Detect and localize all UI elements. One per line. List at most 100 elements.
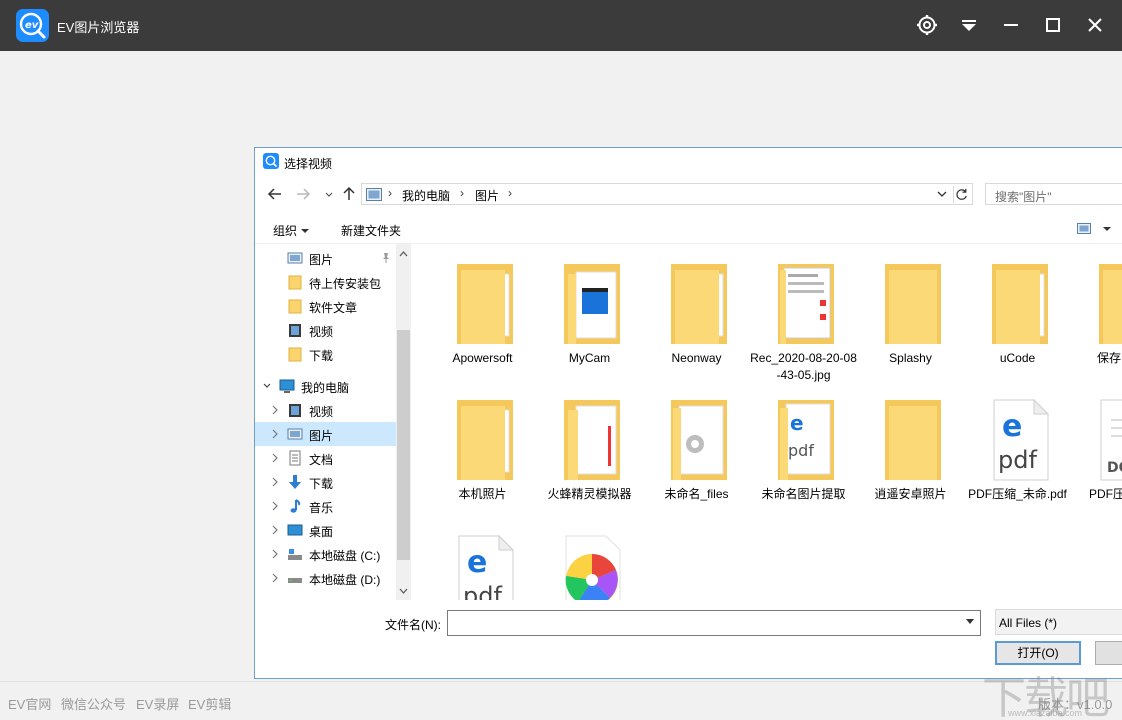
filename-input[interactable] <box>447 610 981 636</box>
file-item[interactable]: Splashy <box>857 244 964 374</box>
file-item[interactable]: uCode <box>964 244 1071 374</box>
tree-item-videos[interactable]: 视频 <box>255 398 397 422</box>
navigation-pane: 图片 待上传安装包 软件文章 视频 下载 我的电脑 视频 图片 文档 下载 音乐… <box>255 244 411 600</box>
filename-dropdown-icon[interactable] <box>966 619 974 624</box>
scroll-up-icon[interactable] <box>399 250 408 259</box>
file-item[interactable]: 保存的 <box>1071 244 1122 374</box>
filetype-select[interactable]: All Files (*) <box>995 609 1122 635</box>
tree-item-label: 待上传安装包 <box>309 277 382 291</box>
chevron-down-icon <box>301 229 310 233</box>
crumb-separator: › <box>388 186 392 200</box>
footer-link-ev-recorder[interactable]: EV录屏 <box>136 694 179 713</box>
pin-icon <box>383 253 389 263</box>
svg-text:DO: DO <box>1107 460 1122 476</box>
collapsed-chevron-icon[interactable] <box>271 477 279 487</box>
app-logo-icon: ev <box>16 9 49 42</box>
footer-link-ev-editor[interactable]: EV剪辑 <box>188 694 231 713</box>
collapsed-chevron-icon[interactable] <box>271 525 279 535</box>
file-name: 未命名图片提取 <box>761 487 846 501</box>
tree-item-drive-c[interactable]: 本地磁盘 (C:) <box>255 542 397 566</box>
app-footer: EV官网 微信公众号 EV录屏 EV剪辑 版本：v1.0.0 <box>0 681 1122 720</box>
view-options-dropdown-icon[interactable] <box>1103 227 1111 231</box>
search-input[interactable]: 搜索"图片" <box>985 183 1122 205</box>
tree-item-label: 视频 <box>309 405 334 419</box>
tree-item-label: 本地磁盘 (C:) <box>309 549 381 563</box>
dropdown-menu-icon[interactable] <box>956 12 982 38</box>
tree-item-documents[interactable]: 文档 <box>255 446 397 470</box>
tree-item-my-computer[interactable]: 我的电脑 <box>255 374 397 398</box>
collapsed-chevron-icon[interactable] <box>271 549 279 559</box>
up-arrow-icon[interactable] <box>339 184 359 204</box>
organize-button[interactable]: 组织 <box>273 222 310 239</box>
tree-item-downloads-quick[interactable]: 下载 <box>255 342 397 366</box>
tree-item-label: 我的电脑 <box>301 381 350 395</box>
folder-icon <box>457 264 513 344</box>
app-title: EV图片浏览器 <box>57 20 140 35</box>
crumb-my-computer[interactable]: 我的电脑 <box>402 187 450 204</box>
crumb-separator: › <box>460 186 464 200</box>
file-item[interactable]: Neonway <box>643 244 750 374</box>
file-item[interactable]: 未命名_files <box>643 380 750 510</box>
footer-link-ev-website[interactable]: EV官网 <box>8 694 51 713</box>
file-item[interactable]: 本机照片 <box>429 380 536 510</box>
file-item[interactable]: 逍遥安卓照片 <box>857 380 964 510</box>
change-view-icon[interactable] <box>1077 223 1091 234</box>
recent-locations-chevron-icon[interactable] <box>319 184 339 204</box>
crumb-separator: › <box>508 186 512 200</box>
crumb-pictures[interactable]: 图片 <box>475 187 499 204</box>
tree-item-label: 音乐 <box>309 501 334 515</box>
settings-icon[interactable] <box>914 12 940 38</box>
scroll-down-icon[interactable] <box>399 586 408 595</box>
footer-link-wechat[interactable]: 微信公众号 <box>61 694 126 713</box>
file-item[interactable] <box>536 516 643 600</box>
svg-text:pdf: pdf <box>463 582 502 600</box>
folder-icon <box>288 347 302 362</box>
file-item[interactable]: Rec_2020-08-20-08-43-05.jpg <box>750 244 857 382</box>
tree-item-upload-packages[interactable]: 待上传安装包 <box>255 270 397 294</box>
collapsed-chevron-icon[interactable] <box>271 453 279 463</box>
app-small-icon <box>263 153 279 169</box>
forward-arrow-icon[interactable] <box>293 184 313 204</box>
tree-item-downloads[interactable]: 下载 <box>255 470 397 494</box>
folder-icon <box>457 400 513 480</box>
file-name: 火蜂精灵模拟器 <box>547 487 632 501</box>
folder-icon <box>992 264 1048 344</box>
tree-item-software-articles[interactable]: 软件文章 <box>255 294 397 318</box>
folder-icon <box>671 264 727 344</box>
expanded-chevron-icon[interactable] <box>263 381 271 391</box>
collapsed-chevron-icon[interactable] <box>271 501 279 511</box>
address-dropdown-icon[interactable] <box>936 188 948 200</box>
pictures-folder-icon <box>287 252 303 264</box>
scrollbar-thumb[interactable] <box>397 330 410 560</box>
file-item[interactable]: MyCam <box>536 244 643 374</box>
tree-item-drive-d[interactable]: 本地磁盘 (D:) <box>255 566 397 590</box>
file-item[interactable]: Apowersoft <box>429 244 536 374</box>
tree-item-videos-quick[interactable]: 视频 <box>255 318 397 342</box>
file-item[interactable]: DO PDF压缩_new.do <box>1071 380 1122 510</box>
file-item[interactable]: e pdf 未命名图片提取 <box>750 380 857 510</box>
close-icon[interactable] <box>1082 12 1108 38</box>
address-bar[interactable]: › 我的电脑 › 图片 › <box>361 183 973 205</box>
file-item[interactable]: 火蜂精灵模拟器 <box>536 380 643 510</box>
collapsed-chevron-icon[interactable] <box>271 573 279 583</box>
tree-item-music[interactable]: 音乐 <box>255 494 397 518</box>
minimize-icon[interactable] <box>998 12 1024 38</box>
file-name: PDF压缩_未命.pdf <box>968 487 1067 501</box>
navpane-scrollbar[interactable] <box>396 244 411 600</box>
file-name: Neonway <box>671 351 722 365</box>
refresh-icon[interactable] <box>953 186 970 203</box>
tree-item-label: 下载 <box>309 349 334 363</box>
collapsed-chevron-icon[interactable] <box>271 405 279 415</box>
new-folder-button[interactable]: 新建文件夹 <box>341 222 401 239</box>
file-item[interactable]: e pdf <box>429 516 536 600</box>
tree-item-pictures[interactable]: 图片 <box>255 422 397 446</box>
maximize-icon[interactable] <box>1040 12 1066 38</box>
file-item[interactable]: e pdf PDF压缩_未命.pdf <box>964 380 1071 510</box>
photos-app-icon <box>565 535 621 600</box>
back-arrow-icon[interactable] <box>265 184 285 204</box>
collapsed-chevron-icon[interactable] <box>271 429 279 439</box>
tree-item-pictures-quick[interactable]: 图片 <box>255 246 397 270</box>
file-dialog: 选择视频 › 我的电脑 › 图片 › 搜索"图片" 组织 新建文件夹 图片 待上… <box>254 147 1122 679</box>
file-list: Apowersoft MyCam Neonway Rec_2020-08-20-… <box>413 244 1122 600</box>
tree-item-desktop[interactable]: 桌面 <box>255 518 397 542</box>
